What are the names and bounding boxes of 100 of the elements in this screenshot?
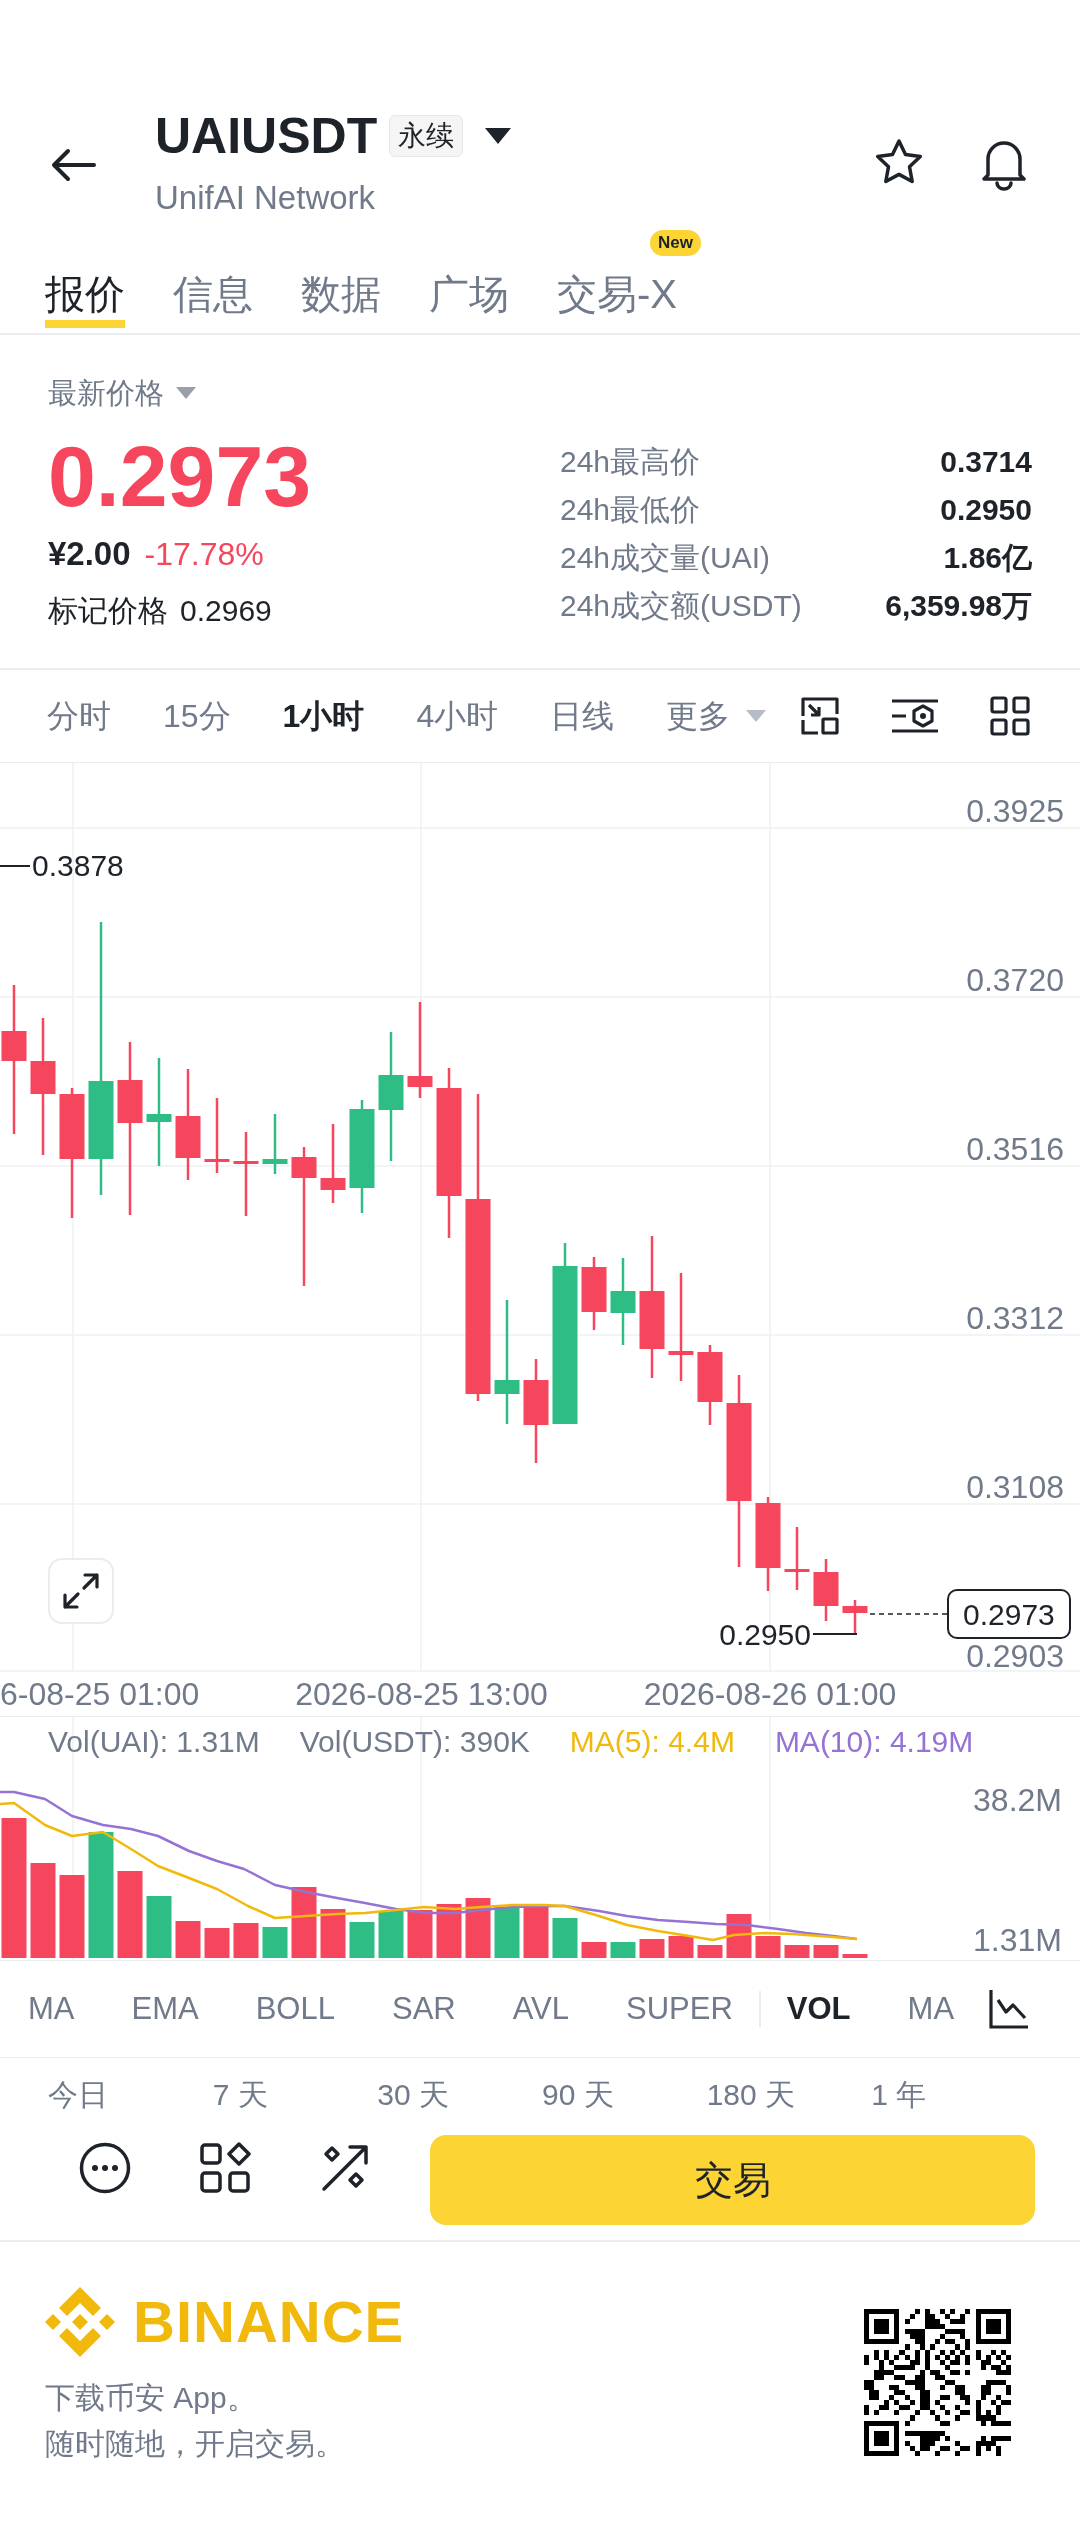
- tab[interactable]: 数据: [301, 240, 381, 333]
- stat-label: 24h成交量(UAI): [560, 540, 771, 576]
- time-axis-label: 6-08-25 01:00: [0, 1678, 200, 1710]
- price-axis-label: 0.3312: [966, 1302, 1064, 1334]
- volume-bar: [639, 1939, 665, 1958]
- stat-label: 24h最高价: [560, 444, 701, 480]
- line-chart-icon[interactable]: [988, 1988, 1030, 2030]
- volume-bar: [581, 1942, 607, 1958]
- percent-arrow-icon[interactable]: [319, 2142, 371, 2194]
- price-type-label: 最新价格: [48, 376, 164, 411]
- indicator-tab[interactable]: SAR: [391, 1989, 456, 2029]
- volume-bar: [552, 1918, 578, 1958]
- candle: [813, 1559, 839, 1621]
- volume-bar: [697, 1945, 723, 1958]
- price-axis-label: 0.2903: [966, 1640, 1064, 1672]
- volume-axis-label: 1.31M: [973, 1924, 1062, 1956]
- mark-price-value: 0.2969: [180, 593, 272, 629]
- volume-bar: [842, 1954, 868, 1958]
- contract-type-tag: 永续: [389, 115, 464, 157]
- tab[interactable]: 信息: [173, 240, 253, 333]
- low-price-label: 0.2950: [719, 1619, 811, 1651]
- interval-tab[interactable]: 1小时: [282, 696, 365, 736]
- volume-bar: [523, 1907, 549, 1958]
- price-axis-label: 0.3108: [966, 1471, 1064, 1503]
- indicator-tab[interactable]: MA: [28, 1989, 75, 2029]
- stat-value: 6,359.98万: [885, 588, 1032, 624]
- volume-bar: [465, 1898, 491, 1958]
- trade-button[interactable]: 交易: [430, 2135, 1035, 2225]
- expand-icon: [62, 1572, 100, 1610]
- volume-bar: [175, 1921, 201, 1958]
- volume-bar: [349, 1922, 375, 1958]
- range-label: 180 天: [706, 2077, 797, 2113]
- interval-tab[interactable]: 分时: [47, 696, 111, 736]
- arrow-square-icon[interactable]: [800, 696, 840, 736]
- stat-label: 24h最低价: [560, 492, 701, 528]
- volume-bar: [233, 1923, 259, 1958]
- promo-text: 下载币安 App。: [45, 2380, 258, 2416]
- new-badge: New: [650, 230, 701, 256]
- volume-bar: [436, 1904, 462, 1958]
- range-label: 1 年: [871, 2077, 928, 2113]
- fiat-price: ¥2.00: [48, 534, 131, 574]
- promo-text: 随时随地，开启交易。: [45, 2426, 346, 2462]
- tab[interactable]: 报价: [45, 240, 125, 333]
- last-price-tag: 0.2973: [947, 1589, 1071, 1639]
- volume-bar: [146, 1896, 172, 1958]
- volume-bar: [755, 1936, 781, 1958]
- volume-bar: [262, 1927, 288, 1958]
- range-label: 今日: [48, 2077, 109, 2113]
- leader-line: [0, 865, 31, 867]
- apps-icon[interactable]: [199, 2142, 251, 2194]
- indicator-tab[interactable]: EMA: [131, 1989, 199, 2029]
- mark-price-label: 标记价格: [48, 593, 168, 629]
- candle: [842, 1600, 868, 1634]
- fullscreen-button[interactable]: [48, 1558, 114, 1624]
- settings-lines-icon[interactable]: [890, 696, 940, 736]
- range-label: 90 天: [542, 2077, 615, 2113]
- price-axis-label: 0.3516: [966, 1133, 1064, 1165]
- volume-bar: [407, 1910, 433, 1958]
- stat-value: 1.86亿: [943, 540, 1032, 576]
- interval-menu[interactable]: 更多: [666, 696, 767, 736]
- indicator-tab[interactable]: BOLL: [255, 1989, 335, 2029]
- range-label: 30 天: [377, 2077, 451, 2113]
- indicator-tab[interactable]: AVL: [512, 1989, 569, 2029]
- tab[interactable]: 广场: [429, 240, 509, 333]
- last-price: 0.2973: [48, 433, 312, 519]
- leader-line: [812, 1633, 858, 1635]
- volume-bar: [204, 1928, 230, 1958]
- time-axis-label: 2026-08-25 13:00: [295, 1678, 548, 1710]
- stat-label: 24h成交额(USDT): [560, 588, 802, 624]
- volume-bar: [378, 1911, 404, 1958]
- symbol-title: UAIUSDT: [155, 108, 378, 164]
- caret-icon[interactable]: [485, 128, 512, 144]
- stat-value: 0.2950: [940, 492, 1032, 528]
- time-axis-label: 2026-08-26 01:00: [643, 1678, 897, 1710]
- volume-bar: [291, 1887, 317, 1958]
- interval-tab[interactable]: 4小时: [416, 696, 499, 736]
- candle: [262, 1114, 288, 1174]
- volume-legend-item: MA(10): 4.19M: [774, 1725, 974, 1759]
- volume-bar: [784, 1945, 810, 1958]
- candle: [784, 1527, 810, 1590]
- volume-bar: [494, 1907, 520, 1958]
- indicator-tab[interactable]: SUPER: [626, 1989, 733, 2029]
- volume-legend-item: Vol(UAI): 1.31M: [48, 1725, 260, 1759]
- interval-tab[interactable]: 日线: [550, 696, 615, 736]
- stat-value: 0.3714: [940, 444, 1032, 480]
- back-icon[interactable]: [50, 148, 96, 182]
- volume-bar: [668, 1936, 694, 1958]
- volume-bar: [726, 1914, 752, 1958]
- high-price-label: 0.3878: [32, 850, 124, 882]
- volume-bar: [320, 1909, 346, 1958]
- grid-icon[interactable]: [990, 696, 1030, 736]
- volume-bar: [610, 1942, 636, 1958]
- brand-name: BINANCE: [133, 2290, 405, 2354]
- volume-legend-item: MA(5): 4.4M: [569, 1725, 735, 1759]
- indicator-tab[interactable]: VOL: [786, 1989, 851, 2029]
- asset-name: UnifAI Network: [155, 178, 377, 218]
- interval-tab[interactable]: 15分: [163, 696, 231, 736]
- indicator-tab[interactable]: MA: [907, 1989, 955, 2029]
- more-icon[interactable]: [79, 2142, 131, 2194]
- price-axis-label: 0.3925: [966, 795, 1064, 827]
